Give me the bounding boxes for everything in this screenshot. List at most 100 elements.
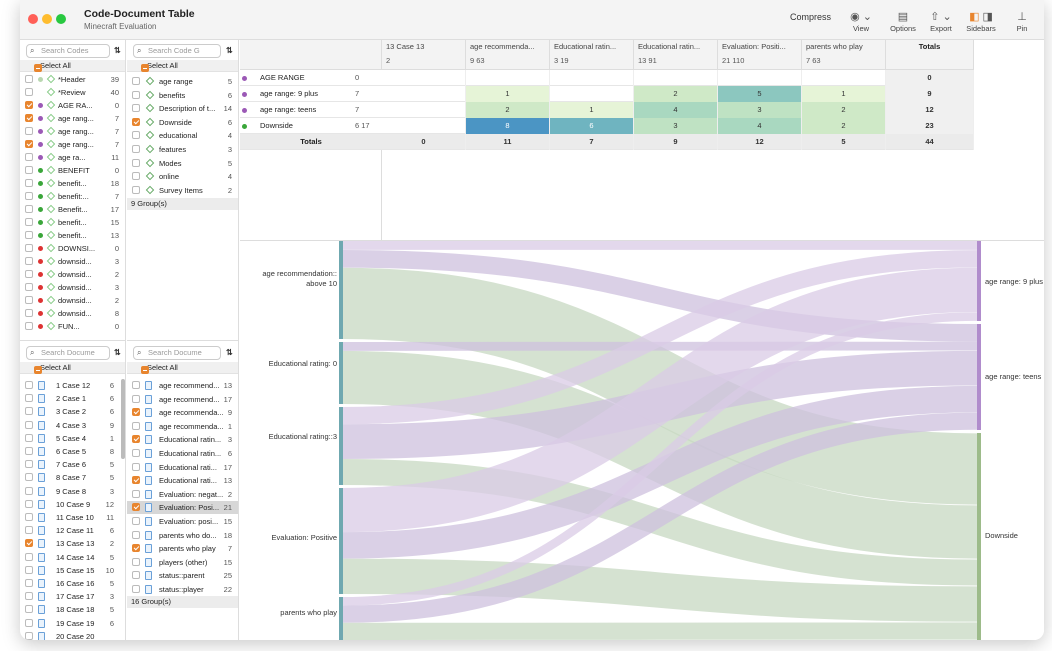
document-checkbox[interactable] [25,447,33,455]
select-all-checkbox[interactable] [141,366,149,375]
code-item[interactable]: downsid... 3 [20,281,125,294]
document-group-checkbox[interactable] [132,394,140,403]
code-item[interactable]: benefit:... 7 [20,190,125,203]
select-all-checkbox[interactable] [34,366,42,375]
document-checkbox[interactable] [25,460,33,469]
code-group-checkbox[interactable] [132,158,140,167]
matrix-cell[interactable]: 4 [634,102,718,118]
document-item[interactable]: 15 Case 15 10 [20,564,120,577]
document-item[interactable]: 5 Case 4 1 [20,432,120,445]
matrix-cell[interactable] [382,70,466,86]
matrix-column-header[interactable]: age recommenda... 9 63 [466,40,550,70]
matrix-cell[interactable] [382,102,466,118]
document-group-checkbox[interactable] [132,476,140,485]
document-group-checkbox[interactable] [132,585,140,593]
matrix-cell[interactable]: 1 [550,102,634,118]
matrix-cell[interactable]: 2 [802,118,886,134]
document-checkbox[interactable] [25,499,33,508]
document-checkbox[interactable] [25,433,33,442]
code-checkbox[interactable] [25,88,33,96]
code-item[interactable]: benefit... 15 [20,216,125,229]
code-groups-select-all[interactable]: Select All [127,60,238,73]
document-checkbox[interactable] [25,513,33,521]
matrix-cell[interactable] [802,70,886,86]
matrix-cell[interactable]: 2 [802,102,886,118]
code-checkbox[interactable] [25,322,33,330]
document-item[interactable]: 6 Case 5 8 [20,445,120,458]
matrix-column-header[interactable]: Educational ratin... 13 91 [634,40,718,70]
documents-select-all[interactable]: Select All [20,362,125,375]
code-group-checkbox[interactable] [132,145,140,153]
sort-icon[interactable]: ⇅ [114,348,121,357]
document-checkbox[interactable] [25,618,33,627]
matrix-cell[interactable] [718,70,802,86]
code-group-item[interactable]: Survey Items 2 [127,184,238,197]
code-checkbox[interactable] [25,205,33,213]
document-group-checkbox[interactable] [132,408,140,417]
code-group-item[interactable]: Modes 5 [127,157,238,170]
document-item[interactable]: 4 Case 3 9 [20,419,120,432]
matrix-cell[interactable]: 4 [718,118,802,134]
code-item[interactable]: BENEFIT 0 [20,164,125,177]
code-checkbox[interactable] [25,296,33,304]
code-checkbox[interactable] [25,179,33,187]
sort-icon[interactable]: ⇅ [114,46,121,55]
matrix-row[interactable]: AGE RANGE 0 0 [240,70,974,86]
code-group-item[interactable]: benefits 6 [127,89,238,102]
document-group-item[interactable]: Educational ratin... 3 [127,433,238,446]
doc-groups-select-all[interactable]: Select All [127,362,238,375]
matrix-cell[interactable]: 6 [550,118,634,134]
document-group-item[interactable]: players (other) 15 [127,556,238,569]
options-button[interactable]: ▤ Options [888,10,918,33]
code-group-item[interactable]: age range 5 [127,75,238,88]
document-group-item[interactable]: age recommenda... 1 [127,420,238,433]
document-group-checkbox[interactable] [132,544,140,553]
code-checkbox[interactable] [25,270,33,278]
code-group-checkbox[interactable] [132,90,140,99]
code-item[interactable]: age rang... 7 [20,125,125,138]
document-checkbox[interactable] [25,473,33,482]
document-checkbox[interactable] [25,565,33,574]
document-checkbox[interactable] [25,605,33,614]
minimize-window-button[interactable] [42,14,52,24]
code-item[interactable]: downsid... 3 [20,255,125,268]
document-item[interactable]: 17 Case 17 3 [20,590,120,603]
matrix-cell[interactable]: 8 [466,118,550,134]
document-group-checkbox[interactable] [132,381,140,389]
matrix-cell[interactable] [466,70,550,86]
document-checkbox[interactable] [25,631,33,640]
document-group-item[interactable]: age recommenda... 9 [127,406,238,419]
view-button[interactable]: ◉ ⌄ View [846,10,876,33]
document-group-item[interactable]: status::player 22 [127,583,238,596]
document-item[interactable]: 1 Case 12 6 [20,379,120,392]
document-item[interactable]: 19 Case 19 6 [20,617,120,630]
document-checkbox[interactable] [25,526,33,535]
pin-button[interactable]: ⊥ Pin [1010,10,1034,33]
code-group-item[interactable]: online 4 [127,170,238,183]
matrix-column-header[interactable]: Totals [886,40,974,70]
document-group-item[interactable]: age recommend... 17 [127,393,238,406]
document-checkbox[interactable] [25,407,33,416]
matrix-row[interactable]: Downside 6 17 8 6 3 4 2 23 [240,118,974,134]
document-group-checkbox[interactable] [132,530,140,539]
document-group-item[interactable]: Educational rati... 17 [127,461,238,474]
document-checkbox[interactable] [25,420,33,429]
code-group-item[interactable]: Description of t... 14 [127,102,238,115]
compress-button[interactable]: Compress [790,12,831,22]
documents-scrollbar[interactable] [121,379,125,459]
document-group-checkbox[interactable] [132,571,140,580]
matrix-cell[interactable]: 1 [802,86,886,102]
code-item[interactable]: age rang... 7 [20,138,125,151]
close-window-button[interactable] [28,14,38,24]
document-item[interactable]: 13 Case 13 2 [20,537,120,550]
matrix-row[interactable]: age range: teens 7 2 1 4 3 2 12 [240,102,974,118]
code-checkbox[interactable] [25,244,33,252]
sidebars-button[interactable]: ◧ ◨ Sidebars [964,10,998,33]
code-group-checkbox[interactable] [132,104,140,113]
matrix-column-header[interactable]: 13 Case 13 2 [382,40,466,70]
code-item[interactable]: *Header 39 [20,73,125,86]
document-group-item[interactable]: Educational rati... 13 [127,474,238,487]
matrix-cell[interactable] [550,70,634,86]
codes-search-input[interactable]: ⌕ Search Codes [26,44,110,58]
document-group-item[interactable]: Evaluation: Posi... 21 [127,501,238,515]
